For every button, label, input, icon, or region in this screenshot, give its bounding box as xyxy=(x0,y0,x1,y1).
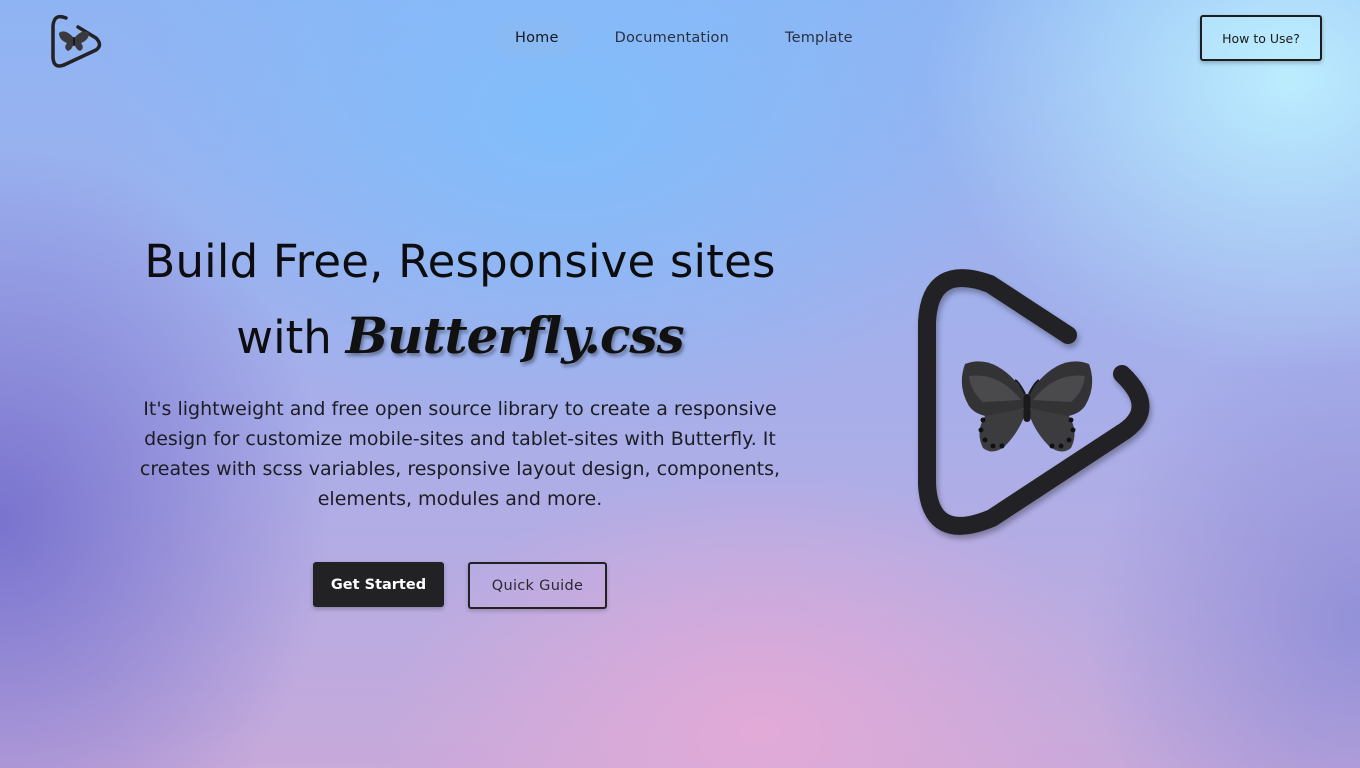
hero-butterfly-logo-icon xyxy=(900,262,1170,552)
get-started-button[interactable]: Get Started xyxy=(313,562,444,607)
main-nav: Home Documentation Template xyxy=(495,20,873,56)
hero-brand-name: Butterfly.css xyxy=(345,306,685,365)
hero-description: It's lightweight and free open source li… xyxy=(139,398,781,510)
quick-guide-button[interactable]: Quick Guide xyxy=(468,562,607,609)
hero-title-line2: with Butterfly.css xyxy=(100,306,820,368)
nav-documentation[interactable]: Documentation xyxy=(595,20,749,56)
hero-title-with: with xyxy=(236,311,332,364)
hero-actions: Get Started Quick Guide xyxy=(313,562,607,609)
nav-template[interactable]: Template xyxy=(765,20,873,56)
hero-title: Build Free, Responsive sites xyxy=(144,235,776,288)
nav-home[interactable]: Home xyxy=(495,20,579,56)
how-to-use-button[interactable]: How to Use? xyxy=(1200,15,1322,61)
hero-section: Build Free, Responsive sites with Butter… xyxy=(100,232,820,514)
butterfly-logo-icon[interactable] xyxy=(46,10,106,70)
